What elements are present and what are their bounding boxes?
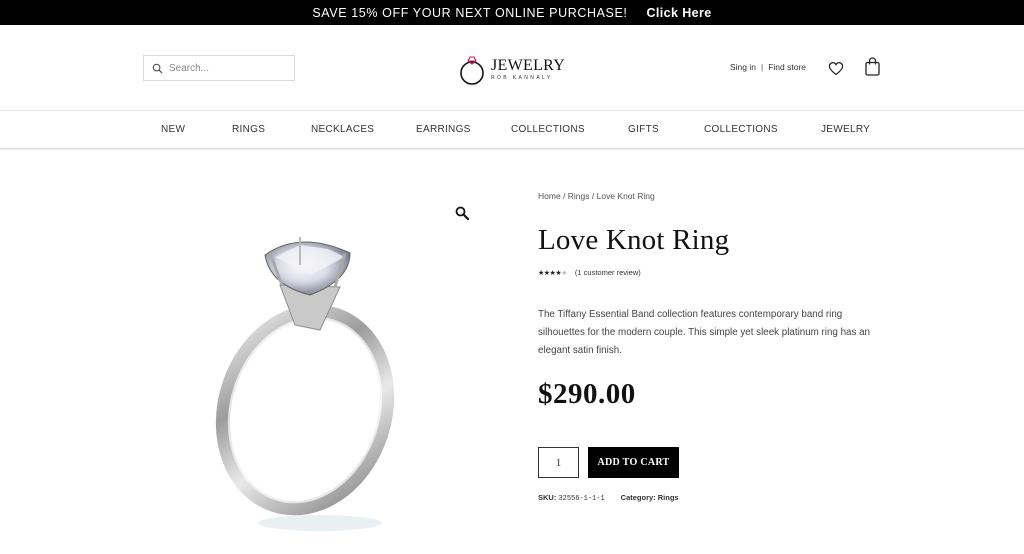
site-header: JEWELRY ROB KANNALY Sing in | Find store — [0, 25, 1024, 111]
breadcrumb: Home / Rings / Love Knot Ring — [538, 191, 655, 201]
sku-meta: SKU: 32556-1-1-1 — [538, 493, 605, 503]
sku-value: 32556-1-1-1 — [558, 495, 605, 503]
breadcrumb-home[interactable]: Home — [538, 191, 561, 201]
search-icon — [152, 63, 163, 74]
product-price: $290.00 — [538, 378, 636, 410]
product-ring-image[interactable] — [200, 225, 420, 535]
nav-item-rings[interactable]: RINGS — [232, 124, 265, 135]
magnifier-icon[interactable] — [455, 206, 469, 220]
breadcrumb-separator-2: / — [589, 191, 597, 201]
product-description: The Tiffany Essential Band collection fe… — [538, 309, 870, 356]
promo-bar: SAVE 15% OFF YOUR NEXT ONLINE PURCHASE! … — [0, 0, 1024, 25]
category-meta: Category: Rings — [621, 493, 679, 503]
breadcrumb-current: Love Knot Ring — [596, 191, 655, 201]
breadcrumb-rings[interactable]: Rings — [568, 191, 590, 201]
ring-logo-icon — [460, 56, 484, 85]
nav-item-new[interactable]: NEW — [161, 124, 185, 135]
logo-subtitle: ROB KANNALY — [491, 74, 553, 81]
shopping-bag-icon[interactable] — [865, 57, 880, 76]
star-rating-icons: ★★★★★ — [538, 269, 567, 277]
nav-item-necklaces[interactable]: NECKLACES — [311, 124, 374, 135]
find-store-link[interactable]: Find store — [768, 62, 806, 72]
nav-item-gifts[interactable]: GIFTS — [628, 124, 659, 135]
add-to-cart-button[interactable]: ADD TO CART — [588, 447, 679, 478]
promo-click-here-link[interactable]: Click Here — [647, 6, 712, 20]
product-rating: ★★★★★ (1 customer review) — [538, 268, 641, 277]
product-meta: SKU: 32556-1-1-1 Category: Rings — [538, 493, 679, 503]
account-links: Sing in | Find store — [730, 62, 806, 72]
nav-item-earrings[interactable]: EARRINGS — [416, 124, 471, 135]
category-link[interactable]: Rings — [658, 493, 679, 502]
heart-icon[interactable] — [828, 61, 844, 76]
quantity-input[interactable] — [538, 447, 579, 478]
site-logo[interactable]: JEWELRY ROB KANNALY — [459, 51, 569, 87]
promo-text: SAVE 15% OFF YOUR NEXT ONLINE PURCHASE! — [312, 5, 628, 20]
sku-label: SKU: — [538, 493, 557, 502]
nav-item-jewelry[interactable]: JEWELRY — [821, 124, 870, 135]
main-nav: NEW RINGS NECKLACES EARRINGS COLLECTIONS… — [0, 111, 1024, 149]
search-box[interactable] — [143, 55, 295, 81]
logo-text: JEWELRY ROB KANNALY — [491, 56, 566, 81]
search-input[interactable] — [169, 62, 287, 74]
link-separator: | — [761, 62, 764, 72]
product-title: Love Knot Ring — [538, 224, 730, 256]
category-label: Category: — [620, 493, 656, 502]
nav-item-collections-2[interactable]: COLLECTIONS — [704, 124, 778, 135]
nav-item-collections[interactable]: COLLECTIONS — [511, 124, 585, 135]
review-count-link[interactable]: (1 customer review) — [575, 268, 641, 277]
breadcrumb-separator: / — [560, 191, 568, 201]
logo-title: JEWELRY — [491, 56, 566, 74]
sign-in-link[interactable]: Sing in — [730, 62, 756, 72]
